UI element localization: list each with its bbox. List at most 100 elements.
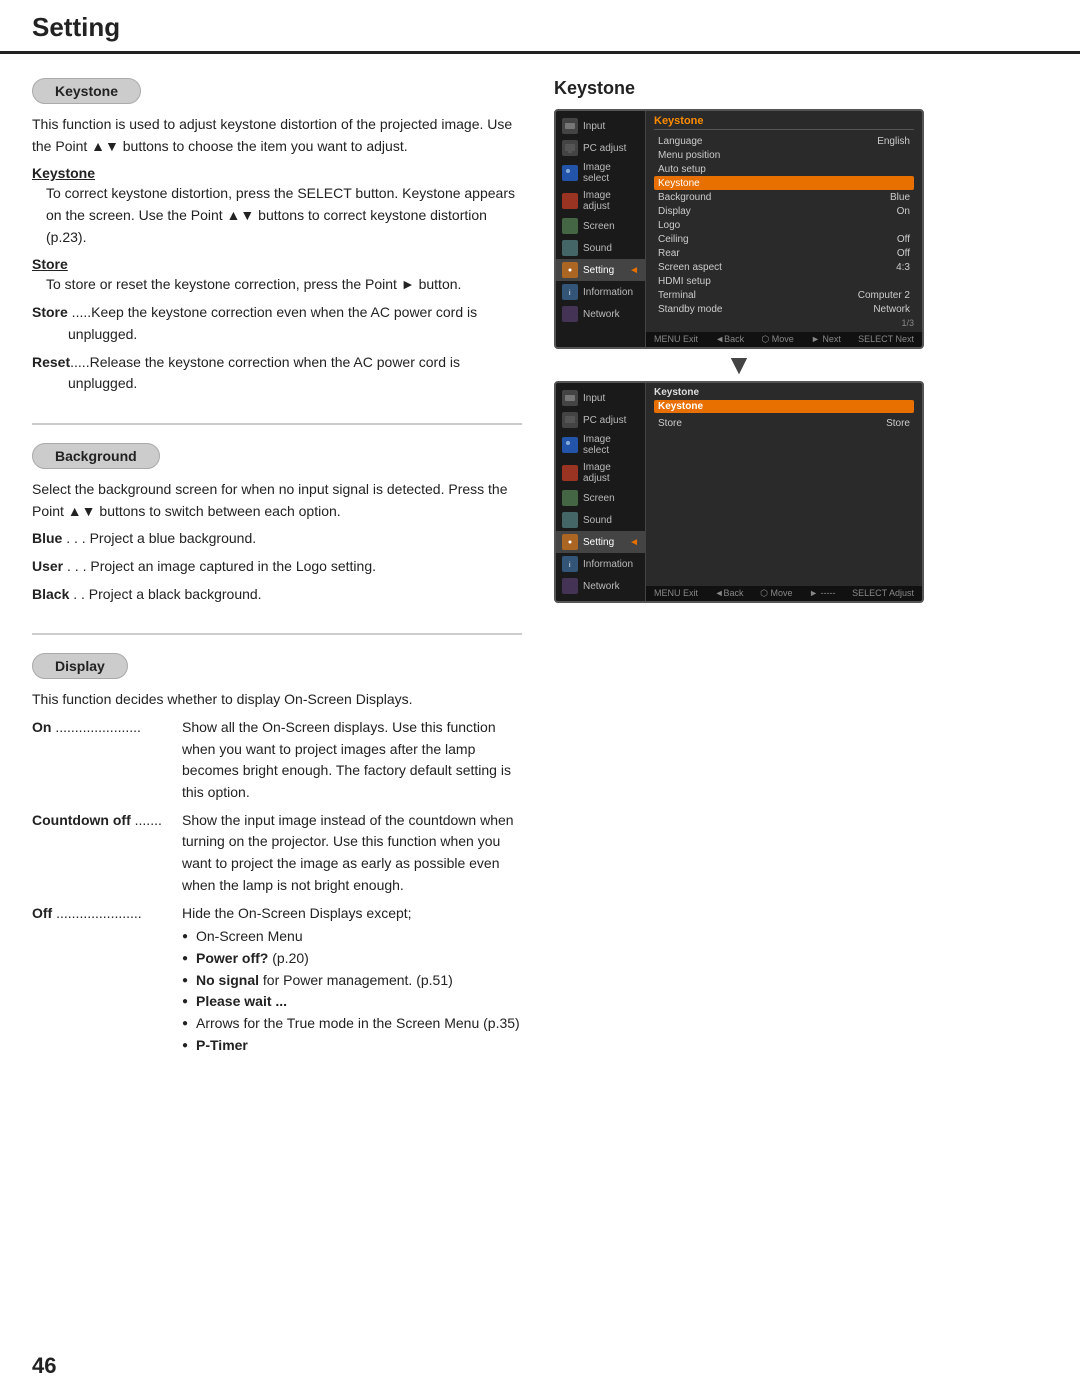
keystone-intro: This function is used to adjust keystone…: [32, 114, 522, 157]
left-column: Keystone This function is used to adjust…: [32, 78, 522, 1084]
menu-menupos: Menu position: [654, 148, 914, 162]
divider-1: [32, 423, 522, 425]
proj-screen-1: Input PC adjust Image sele: [554, 109, 924, 349]
projector-screens: Input PC adjust Image sele: [554, 109, 1048, 603]
bg-blue: Blue . . . Project a blue background.: [32, 528, 522, 550]
background-options: Blue . . . Project a blue background. Us…: [32, 528, 522, 605]
proj-screen-2: Input PC adjust Image sele: [554, 381, 924, 603]
pcadj-icon-2: [562, 412, 578, 428]
imgsel-icon: [562, 165, 578, 181]
bg-user: User . . . Project an image captured in …: [32, 556, 522, 578]
sidebar-network: Network: [556, 303, 645, 325]
bullet-please-wait: Please wait ...: [182, 991, 522, 1013]
opt-off-label: Off ......................: [32, 903, 182, 1057]
sidebar-imageadjust: Image adjust: [556, 187, 645, 215]
proj-sidebar-2: Input PC adjust Image sele: [556, 383, 646, 601]
keystone-sub-text: To correct keystone distortion, press th…: [32, 183, 522, 248]
network-icon-2: [562, 578, 578, 594]
sidebar2-pcadjust: PC adjust: [556, 409, 645, 431]
pcadj-icon: [562, 140, 578, 156]
proj-section-title: Keystone: [554, 78, 1048, 99]
off-bullet-list: On-Screen Menu Power off? (p.20) No sign…: [182, 926, 522, 1056]
sidebar2-input: Input: [556, 387, 645, 409]
down-arrow: ▼: [554, 351, 924, 379]
opt-off-desc: Hide the On-Screen Displays except; On-S…: [182, 903, 522, 1057]
sidebar-setting: Setting ◄: [556, 259, 645, 281]
display-label: Display: [32, 653, 128, 679]
content-area: Keystone This function is used to adjust…: [0, 54, 1080, 1084]
page-indicator: 1/3: [654, 316, 914, 328]
store-reset-list: Store .....Keep the keystone correction …: [32, 302, 522, 395]
background-label: Background: [32, 443, 160, 469]
divider-2: [32, 633, 522, 635]
setting-icon: [562, 262, 578, 278]
proj-screen2-content: Keystone Keystone StoreStore MENU Exit ◄…: [646, 383, 922, 601]
screen-icon: [562, 218, 578, 234]
menu-screenaspect: Screen aspect4:3: [654, 260, 914, 274]
input-icon: [562, 118, 578, 134]
display-intro: This function decides whether to display…: [32, 689, 522, 711]
sidebar2-screen: Screen: [556, 487, 645, 509]
sound-icon: [562, 240, 578, 256]
proj-bottom-bar-2: MENU Exit ◄Back ⬡ Move ► ----- SELECT Ad…: [646, 586, 922, 601]
keystone-sub-title: Keystone: [32, 165, 522, 181]
opt-on-desc: Show all the On-Screen displays. Use thi…: [182, 717, 522, 804]
proj-menu-area: Keystone LanguageEnglish Menu position A…: [646, 111, 922, 332]
sidebar2-imageadjust: Image adjust: [556, 459, 645, 487]
menu-autosetup: Auto setup: [654, 162, 914, 176]
info-icon: i: [562, 284, 578, 300]
sidebar2-imageselect: Image select: [556, 431, 645, 459]
menu-display: DisplayOn: [654, 204, 914, 218]
info-icon-2: i: [562, 556, 578, 572]
sidebar2-network: Network: [556, 575, 645, 597]
imgadj-icon-2: [562, 465, 578, 481]
imgadj-icon: [562, 193, 578, 209]
bullet-power-off: Power off? (p.20): [182, 948, 522, 970]
menu-rear: RearOff: [654, 246, 914, 260]
bullet-no-signal: No signal for Power management. (p.51): [182, 970, 522, 992]
display-opt-on: On ...................... Show all the O…: [32, 717, 522, 804]
reset-item: Reset.....Release the keystone correctio…: [32, 352, 522, 395]
right-column: Keystone Input: [554, 78, 1048, 1084]
menu-standby: Standby modeNetwork: [654, 302, 914, 316]
sidebar-imageselect: Image select: [556, 159, 645, 187]
network-icon: [562, 306, 578, 322]
sidebar2-information: i Information: [556, 553, 645, 575]
display-options: On ...................... Show all the O…: [32, 717, 522, 1056]
background-intro: Select the background screen for when no…: [32, 479, 522, 522]
display-section: Display This function decides whether to…: [32, 653, 522, 1056]
sub-highlight: Keystone: [654, 400, 914, 413]
setting-icon-2: [562, 534, 578, 550]
sound-icon-2: [562, 512, 578, 528]
menu-terminal: TerminalComputer 2: [654, 288, 914, 302]
bullet-arrows: Arrows for the True mode in the Screen M…: [182, 1013, 522, 1035]
sidebar2-sound: Sound: [556, 509, 645, 531]
bullet-onscreen-menu: On-Screen Menu: [182, 926, 522, 948]
menu-background: BackgroundBlue: [654, 190, 914, 204]
menu-hdmisetup: HDMI setup: [654, 274, 914, 288]
opt-countdown-label: Countdown off .......: [32, 810, 182, 897]
page-title: Setting: [32, 12, 1048, 43]
sidebar-sound: Sound: [556, 237, 645, 259]
imgsel-icon-2: [562, 437, 578, 453]
sidebar-input: Input: [556, 115, 645, 137]
opt-countdown-desc: Show the input image instead of the coun…: [182, 810, 522, 897]
store-item: Store .....Keep the keystone correction …: [32, 302, 522, 345]
sidebar-pcadjust: PC adjust: [556, 137, 645, 159]
sub-header: Keystone: [654, 387, 914, 398]
keystone-label: Keystone: [32, 78, 141, 104]
menu-keystone: Keystone: [654, 176, 914, 190]
sidebar-information: i Information: [556, 281, 645, 303]
sub-store: StoreStore: [654, 416, 914, 430]
proj-sidebar-1: Input PC adjust Image sele: [556, 111, 646, 347]
store-sub-text: To store or reset the keystone correctio…: [32, 274, 522, 296]
screen-icon-2: [562, 490, 578, 506]
menu-header: Keystone: [654, 115, 914, 130]
sidebar2-setting: Setting ◄: [556, 531, 645, 553]
opt-on-label: On ......................: [32, 717, 182, 804]
input-icon-2: [562, 390, 578, 406]
screen1-container: Input PC adjust Image sele: [554, 109, 924, 603]
page-number: 46: [32, 1353, 56, 1379]
bg-black: Black . . Project a black background.: [32, 584, 522, 606]
proj-submenu-area: Keystone Keystone StoreStore: [646, 383, 922, 586]
